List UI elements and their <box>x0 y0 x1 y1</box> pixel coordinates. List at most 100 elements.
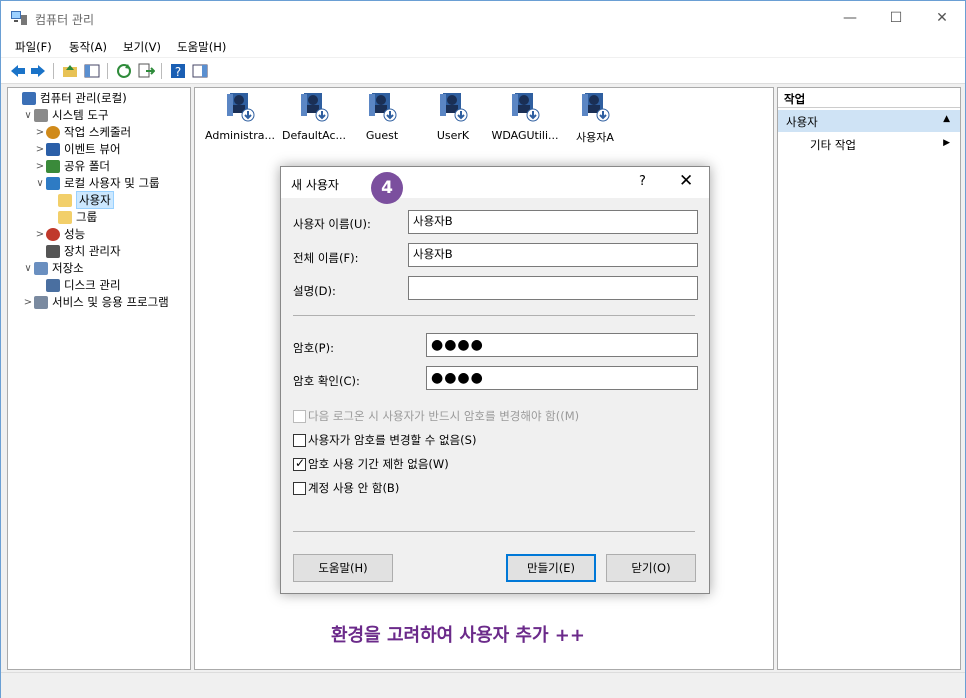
disk-icon <box>46 278 60 292</box>
window-title: 컴퓨터 관리 <box>35 13 95 27</box>
tree-item-label: 성능 <box>64 227 86 241</box>
user-name-label: 사용자A <box>576 131 614 144</box>
collapse-icon[interactable]: ▲ <box>943 114 950 124</box>
submenu-arrow-icon: ▶ <box>943 138 950 148</box>
actions-pane: 작업 사용자 ▲ 기타 작업 ▶ <box>777 87 961 670</box>
cannot-change-password-checkbox[interactable]: 사용자가 암호를 변경할 수 없음(S) <box>293 432 476 448</box>
close-button[interactable]: ✕ <box>919 1 965 35</box>
tree-item[interactable]: > 서비스 및 응용 프로그램 <box>22 294 169 310</box>
tree-item-label: 서비스 및 응용 프로그램 <box>52 295 169 309</box>
dialog-help-icon[interactable]: ? <box>639 174 646 189</box>
computer-management-window: 컴퓨터 관리 — ☐ ✕ 파일(F) 동작(A) 보기(V) 도움말(H) ? … <box>0 0 966 698</box>
must-change-password-checkbox: 다음 로그온 시 사용자가 반드시 암호를 변경해야 함((M) <box>293 408 579 424</box>
user-item[interactable]: Administra... <box>200 90 280 142</box>
password-field[interactable]: ●●●● <box>426 333 698 357</box>
user-name-label: WDAGUtili... <box>491 129 559 142</box>
tree-item-label: 작업 스케줄러 <box>64 125 132 139</box>
help-button[interactable]: 도움말(H) <box>293 554 393 582</box>
menu-bar: 파일(F) 동작(A) 보기(V) 도움말(H) <box>1 35 965 57</box>
services-icon <box>34 295 48 309</box>
fullname-field[interactable]: 사용자B <box>408 243 698 267</box>
close-dialog-button[interactable]: 닫기(O) <box>606 554 696 582</box>
tree-item[interactable]: 그룹 <box>46 209 97 225</box>
show-action-pane-icon[interactable] <box>191 62 209 80</box>
tree-item[interactable]: > 이벤트 뷰어 <box>34 141 121 157</box>
user-item[interactable]: UserK <box>413 90 493 142</box>
menu-action[interactable]: 동작(A) <box>69 39 107 55</box>
export-list-icon[interactable] <box>137 62 155 80</box>
actions-section-users[interactable]: 사용자 ▲ <box>778 110 960 132</box>
computer-icon <box>22 91 36 105</box>
username-field[interactable]: 사용자B <box>408 210 698 234</box>
user-name-label: Guest <box>365 129 399 142</box>
refresh-icon[interactable] <box>115 62 133 80</box>
toolbar-separator <box>161 63 162 79</box>
tree-item[interactable]: > 성능 <box>34 226 85 242</box>
tree-item[interactable]: 디스크 관리 <box>34 277 121 293</box>
divider <box>293 531 695 532</box>
user-account-icon <box>227 93 255 122</box>
tree-item[interactable]: 컴퓨터 관리(로컬) <box>10 90 127 106</box>
user-account-icon <box>369 93 397 122</box>
expand-chevron-icon[interactable]: > <box>34 161 46 172</box>
expand-chevron-icon[interactable]: > <box>22 297 34 308</box>
checkbox-box[interactable] <box>293 481 306 495</box>
forward-arrow-icon[interactable] <box>29 62 47 80</box>
menu-help[interactable]: 도움말(H) <box>177 39 226 55</box>
dialog-close-icon[interactable]: ✕ <box>679 171 693 191</box>
user-name-label: UserK <box>436 129 470 142</box>
tree-item[interactable]: ∨ 저장소 <box>22 260 83 276</box>
help-icon[interactable]: ? <box>169 62 187 80</box>
clock-icon <box>46 125 60 139</box>
user-account-icon <box>582 93 610 122</box>
tree-item[interactable]: > 작업 스케줄러 <box>34 124 131 140</box>
show-hide-tree-icon[interactable] <box>83 62 101 80</box>
password-label: 암호(P): <box>293 341 334 355</box>
tree-item[interactable]: 장치 관리자 <box>34 243 121 259</box>
checkbox-box[interactable] <box>293 456 306 471</box>
tutorial-caption: 환경을 고려하여 사용자 추가 ++ <box>331 625 585 646</box>
device-icon <box>46 244 60 258</box>
tree-item[interactable]: > 공유 폴더 <box>34 158 110 174</box>
collapse-chevron-icon[interactable]: ∨ <box>22 110 34 121</box>
create-button[interactable]: 만들기(E) <box>506 554 596 582</box>
account-disabled-checkbox[interactable]: 계정 사용 안 함(B) <box>293 480 399 496</box>
expand-chevron-icon[interactable]: > <box>34 127 46 138</box>
expand-chevron-icon[interactable]: > <box>34 229 46 240</box>
collapse-chevron-icon[interactable]: ∨ <box>34 178 46 189</box>
user-name-label: Administra... <box>205 129 275 142</box>
tree-item[interactable]: ∨ 로컬 사용자 및 그룹 <box>34 175 159 191</box>
description-field[interactable] <box>408 276 698 300</box>
storage-icon <box>34 261 48 275</box>
user-item[interactable]: 사용자A <box>555 90 635 145</box>
username-label: 사용자 이름(U): <box>293 217 371 231</box>
tree-item[interactable]: ∨ 시스템 도구 <box>22 107 108 123</box>
action-more-actions[interactable]: 기타 작업 ▶ <box>778 136 960 154</box>
toolbar-separator <box>53 63 54 79</box>
back-arrow-icon[interactable] <box>9 62 27 80</box>
confirm-password-field[interactable]: ●●●● <box>426 366 698 390</box>
tree-item-label: 장치 관리자 <box>64 244 121 258</box>
minimize-button[interactable]: — <box>827 1 873 35</box>
tree-item-label: 이벤트 뷰어 <box>64 142 121 156</box>
users-icon <box>46 176 60 190</box>
user-item[interactable]: Guest <box>342 90 422 142</box>
tree-item-label: 사용자 <box>76 191 114 209</box>
up-folder-icon[interactable] <box>61 62 79 80</box>
user-item[interactable]: WDAGUtili... <box>485 90 565 142</box>
expand-chevron-icon[interactable]: > <box>34 144 46 155</box>
tree-item-label: 컴퓨터 관리(로컬) <box>40 91 127 105</box>
collapse-chevron-icon[interactable]: ∨ <box>22 263 34 274</box>
menu-file[interactable]: 파일(F) <box>15 39 52 55</box>
step-badge: 4 <box>371 172 403 204</box>
event-icon <box>46 142 60 156</box>
share-icon <box>46 159 60 173</box>
maximize-button[interactable]: ☐ <box>873 1 919 35</box>
folder-icon <box>58 210 72 224</box>
status-bar <box>1 672 965 698</box>
menu-view[interactable]: 보기(V) <box>123 39 161 55</box>
password-never-expires-checkbox[interactable]: 암호 사용 기간 제한 없음(W) <box>293 456 449 472</box>
tree-item[interactable]: 사용자 <box>46 191 114 209</box>
checkbox-box[interactable] <box>293 433 306 447</box>
tools-icon <box>34 108 48 122</box>
